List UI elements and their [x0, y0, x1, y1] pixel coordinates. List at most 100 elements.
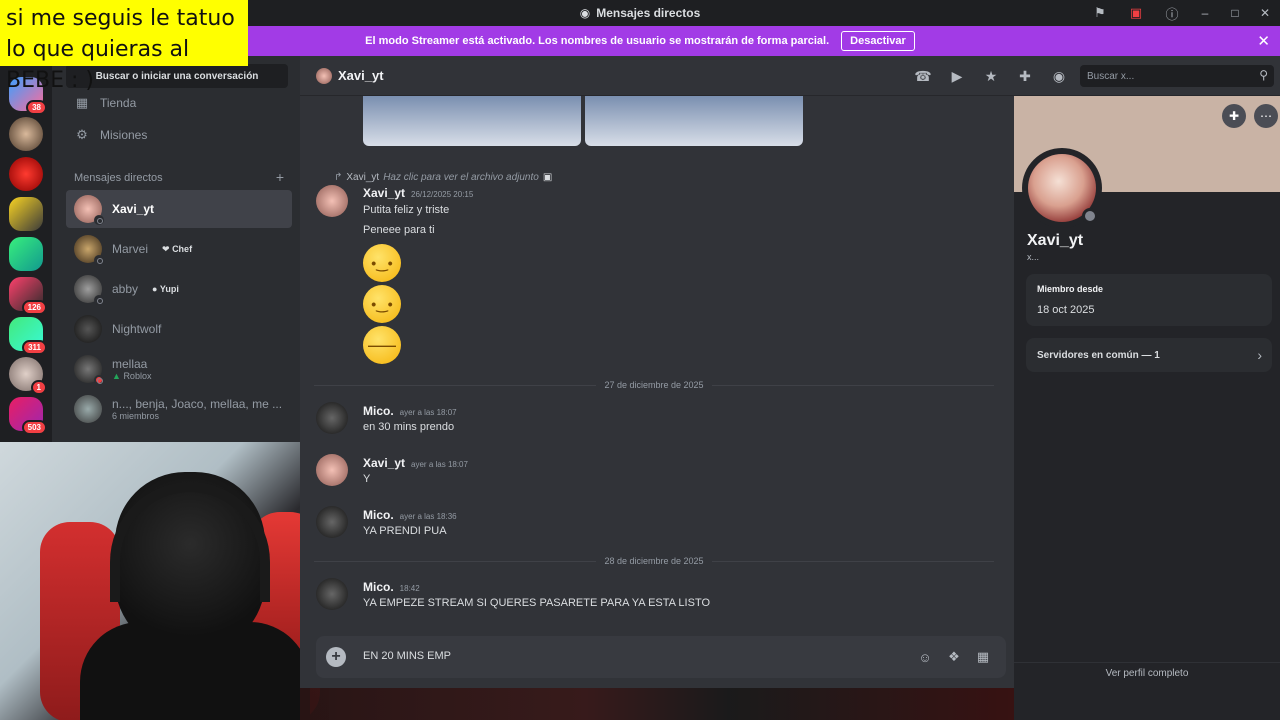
date-divider: 27 de diciembre de 2025 [314, 378, 994, 392]
dm-item-nightwolf[interactable]: Nightwolf [66, 310, 292, 348]
dm-item-group[interactable]: n..., benja, Joaco, mellaa, me ... 6 mie… [66, 390, 292, 428]
voice-call-icon[interactable]: ☎ [912, 66, 934, 86]
message-text: Peneee para ti [363, 224, 435, 236]
stream-caption: si me seguis le tatuo lo que quieras al … [0, 0, 248, 93]
avatar[interactable] [316, 578, 348, 610]
image-attachments[interactable] [363, 96, 803, 146]
avatar[interactable] [316, 185, 348, 217]
guild-tag-badge: ● Yupi [152, 284, 179, 294]
pin-icon[interactable]: ★ [980, 66, 1002, 86]
profile-avatar[interactable] [1022, 148, 1102, 228]
server-icon[interactable] [9, 197, 43, 231]
nav-item-quests[interactable]: ⚙ Misiones [66, 120, 288, 150]
server-icon[interactable] [9, 237, 43, 271]
message-author[interactable]: Mico. 18:42 [363, 580, 420, 594]
discord-logo-icon: ◉ [579, 6, 591, 20]
gamepad-icon: ▲ [112, 371, 121, 381]
nav-item-shop[interactable]: ▦ Tienda [66, 88, 288, 118]
avatar [74, 235, 104, 265]
server-icon[interactable] [9, 117, 43, 151]
reply-icon: ↱ [334, 172, 343, 183]
window-title: ◉ Mensajes directos [579, 6, 701, 20]
server-badge: 311 [22, 340, 47, 355]
server-badge: 38 [26, 100, 47, 115]
server-icon[interactable] [9, 157, 43, 191]
message-text: YA PRENDI PUA [363, 525, 447, 537]
avatar [316, 68, 332, 84]
dm-item-marvei[interactable]: Marvei ❤ Chef [66, 230, 292, 268]
flag-icon[interactable]: ⚑ [1082, 0, 1118, 26]
chat-messages: ↱ Xavi_yt Haz clic para ver el archivo a… [300, 96, 1014, 634]
avatar[interactable] [316, 402, 348, 434]
mutual-servers-row[interactable]: Servidores en común — 1 › [1026, 338, 1272, 372]
help-icon[interactable]: ⓘ [1154, 0, 1190, 26]
view-full-profile-link[interactable]: Ver perfil completo [1014, 662, 1280, 682]
server-icon[interactable]: 503 [9, 397, 47, 435]
chat-header: Xavi_yt ☎ ▶ ★ ✚ ◉ Buscar x... ⚲ [300, 56, 1280, 96]
avatar [74, 315, 102, 343]
webcam-overlay [0, 442, 329, 720]
more-options-icon[interactable]: ⋯ [1254, 104, 1278, 128]
image-icon: ▣ [542, 172, 553, 183]
avatar[interactable] [316, 506, 348, 538]
message-input-value[interactable]: EN 20 MINS EMP [363, 650, 451, 662]
date-divider: 28 de diciembre de 2025 [314, 554, 994, 568]
dm-section-header: Mensajes directos + [74, 169, 284, 185]
add-friends-icon[interactable]: ✚ [1014, 66, 1036, 86]
background-capture-strip [300, 688, 1014, 720]
group-avatar [74, 395, 102, 423]
emoji-icon[interactable]: ☺ [916, 648, 934, 666]
message-input[interactable]: + EN 20 MINS EMP ☺ ❖ ▦ [316, 636, 1006, 678]
message-author[interactable]: Xavi_yt 26/12/2025 20:15 [363, 186, 473, 200]
disable-streamer-mode-button[interactable]: Desactivar [841, 31, 915, 51]
create-dm-icon[interactable]: + [276, 170, 284, 184]
chat-recipient-name: Xavi_yt [338, 68, 384, 83]
server-badge: 503 [21, 420, 47, 435]
apps-icon[interactable]: ❖ [945, 648, 963, 666]
gift-icon[interactable]: ▦ [974, 648, 992, 666]
member-since-card: Miembro desde 18 oct 2025 [1026, 274, 1272, 326]
message-author[interactable]: Xavi_yt ayer a las 18:07 [363, 456, 468, 470]
dm-item-xavi[interactable]: Xavi_yt [66, 190, 292, 228]
close-window-button[interactable]: ✕ [1250, 0, 1280, 26]
add-friend-icon[interactable]: ✚ [1222, 104, 1246, 128]
server-icon[interactable]: 1 [9, 357, 47, 395]
store-icon: ▦ [75, 95, 89, 110]
attach-button[interactable]: + [326, 647, 346, 667]
message-author[interactable]: Mico. ayer a las 18:07 [363, 404, 457, 418]
dm-item-mellaa[interactable]: mellaa ▲ Roblox [66, 350, 292, 388]
chevron-right-icon: › [1257, 347, 1262, 363]
server-icon[interactable]: 126 [9, 277, 47, 315]
server-icon[interactable]: 311 [9, 317, 47, 355]
dm-item-abby[interactable]: abby ● Yupi [66, 270, 292, 308]
message-author[interactable]: Mico. ayer a las 18:36 [363, 508, 457, 522]
profile-name: Xavi_yt [1027, 232, 1084, 249]
avatar[interactable] [316, 454, 348, 486]
message-text: Putita feliz y triste [363, 204, 450, 216]
profile-username: x... [1027, 252, 1040, 262]
message-text: YA EMPEZE STREAM SI QUERES PASARETE PARA… [363, 597, 711, 609]
dm-search-button[interactable]: Buscar o iniciar una conversación [66, 64, 288, 88]
minimize-button[interactable]: – [1190, 0, 1220, 26]
avatar [74, 355, 104, 385]
smirk-emoji: •‿• [363, 244, 401, 282]
chat-search-input[interactable]: Buscar x... ⚲ [1080, 65, 1274, 87]
user-profile-icon[interactable]: ◉ [1048, 66, 1070, 86]
message-text: Y [363, 473, 371, 485]
video-call-icon[interactable]: ▶ [946, 66, 968, 86]
server-badge: 126 [21, 300, 47, 315]
close-icon[interactable]: ✕ [1257, 32, 1270, 50]
reply-preview[interactable]: ↱ Xavi_yt Haz clic para ver el archivo a… [334, 172, 552, 183]
nav-item-label: Misiones [100, 128, 148, 142]
composer-area: + EN 20 MINS EMP ☺ ❖ ▦ [300, 634, 1014, 688]
guild-tag-badge: ❤ Chef [162, 243, 193, 254]
expressionless-emoji: —— [363, 326, 401, 364]
maximize-button[interactable]: □ [1220, 0, 1250, 26]
screen-share-icon[interactable]: ▣ [1118, 0, 1154, 26]
streamer-mode-text: El modo Streamer está activado. Los nomb… [365, 35, 830, 47]
avatar [74, 275, 104, 305]
nav-item-label: Tienda [100, 96, 137, 110]
profile-panel: ✚ ⋯ Xavi_yt x... Miembro desde 18 oct 20… [1014, 96, 1280, 720]
search-icon: ⚲ [1259, 68, 1268, 82]
status-indicator [1082, 208, 1098, 224]
